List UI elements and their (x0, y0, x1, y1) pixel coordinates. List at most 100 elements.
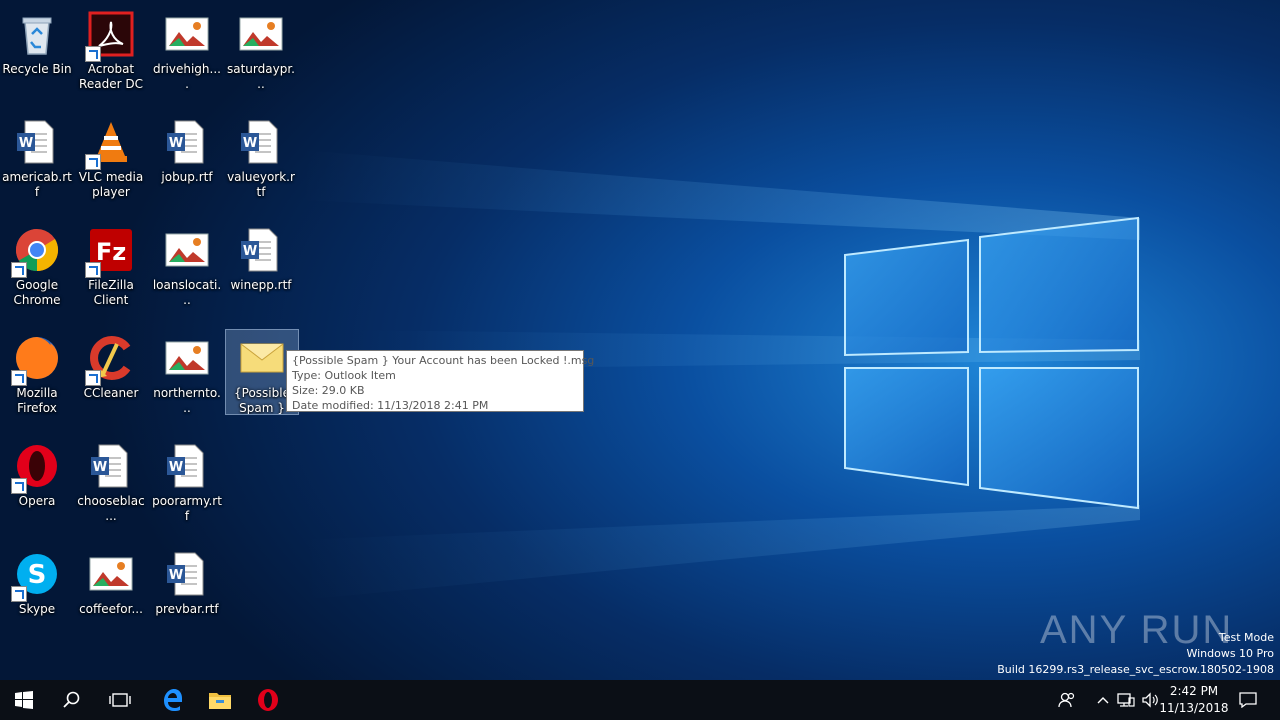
tray-show-hidden[interactable] (1092, 680, 1114, 720)
svg-text:W: W (19, 136, 33, 151)
desktop-icon-label: chooseblac... (77, 494, 145, 523)
image-file-icon (87, 550, 135, 598)
word-document-icon: W (13, 118, 61, 166)
svg-text:W: W (169, 460, 183, 475)
desktop-icon-skype[interactable]: S Skype (0, 546, 74, 646)
desktop-icon-valueyork[interactable]: W valueyork.rtf (224, 114, 298, 214)
clock-date: 11/13/2018 (1159, 701, 1229, 715)
opera-icon (11, 442, 61, 494)
desktop-icon-chooseblac[interactable]: W chooseblac... (74, 438, 148, 538)
tray-people[interactable] (1052, 680, 1082, 720)
taskbar: 2:42 PM 11/13/2018 (0, 680, 1280, 720)
chevron-up-icon (1097, 697, 1109, 704)
word-document-icon: W (163, 442, 211, 490)
acrobat-icon (85, 10, 135, 62)
people-icon (1058, 692, 1075, 708)
image-file-icon (163, 334, 211, 382)
desktop-icon-coffeefor[interactable]: coffeefor... (74, 546, 148, 646)
desktop-icon-prevbar[interactable]: W prevbar.rtf (150, 546, 224, 646)
word-document-icon: W (163, 550, 211, 598)
image-file-icon (163, 10, 211, 58)
desktop-icon-label: VLC media player (78, 170, 144, 199)
filezilla-icon: Fz (85, 226, 135, 278)
svg-text:W: W (93, 460, 107, 475)
desktop-icon-label: Acrobat Reader DC (79, 62, 143, 91)
desktop-icon-saturdaypr[interactable]: saturdaypr... (224, 6, 298, 106)
desktop-icon-acrobat-reader[interactable]: Acrobat Reader DC (74, 6, 148, 106)
desktop-icon-label: Opera (18, 494, 56, 508)
desktop-icon-label: valueyork.rtf (227, 170, 295, 199)
desktop-icon-northernto[interactable]: northernto... (150, 330, 224, 430)
taskbar-clock[interactable]: 2:42 PM 11/13/2018 (1158, 683, 1230, 717)
shortcut-arrow-icon (85, 370, 101, 386)
search-button[interactable] (48, 680, 96, 720)
desktop-icon-recycle-bin[interactable]: Recycle Bin (0, 6, 74, 106)
desktop-icon-label: FileZilla Client (88, 278, 134, 307)
start-button[interactable] (0, 680, 48, 720)
shortcut-arrow-icon (11, 262, 27, 278)
desktop-icon-label: Google Chrome (13, 278, 61, 307)
desktop-icon-ccleaner[interactable]: CCleaner (74, 330, 148, 430)
notification-icon (1239, 692, 1257, 708)
desktop-icon-label: drivehigh.... (153, 62, 221, 91)
file-explorer-icon (209, 693, 231, 709)
shortcut-arrow-icon (85, 46, 101, 62)
firefox-icon (11, 334, 61, 386)
desktop-icon-label: poorarmy.rtf (152, 494, 222, 523)
desktop-icon-label: jobup.rtf (161, 170, 213, 184)
desktop-icon-poorarmy[interactable]: W poorarmy.rtf (150, 438, 224, 538)
skype-icon: S (11, 550, 61, 602)
image-file-icon (163, 226, 211, 274)
desktop-icon-winepp[interactable]: W winepp.rtf (224, 222, 298, 322)
shortcut-arrow-icon (11, 478, 27, 494)
word-document-icon: W (237, 226, 285, 274)
speaker-icon (1142, 692, 1158, 708)
desktop-icon-label: loanslocati... (152, 278, 222, 307)
watermark-edition: Windows 10 Pro (1186, 647, 1274, 660)
taskbar-edge[interactable] (148, 680, 196, 720)
tooltip-date: Date modified: 11/13/2018 2:41 PM (292, 399, 489, 412)
desktop-icon-chrome[interactable]: Google Chrome (0, 222, 74, 322)
desktop-icon-drivehigh[interactable]: drivehigh.... (150, 6, 224, 106)
tray-network[interactable] (1114, 680, 1138, 720)
action-center-button[interactable] (1234, 680, 1262, 720)
watermark-test-mode: Test Mode (1218, 631, 1274, 644)
desktop-icon-label: Skype (18, 602, 56, 616)
shortcut-arrow-icon (85, 262, 101, 278)
tooltip-size: Size: 29.0 KB (292, 384, 365, 397)
shortcut-arrow-icon (11, 586, 27, 602)
desktop-icon-label: prevbar.rtf (155, 602, 219, 616)
svg-text:S: S (28, 560, 47, 590)
desktop-icon-jobup[interactable]: W jobup.rtf (150, 114, 224, 214)
desktop-icon-americab[interactable]: W americab.rtf (0, 114, 74, 214)
network-icon (1117, 693, 1135, 707)
task-view-button[interactable] (96, 680, 144, 720)
clock-time: 2:42 PM (1169, 684, 1219, 698)
desktop-icon-label: northernto... (153, 386, 221, 415)
recycle-bin-icon (13, 10, 61, 58)
edge-icon (164, 689, 182, 711)
chrome-icon (11, 226, 61, 278)
watermark-build: Build 16299.rs3_release_svc_escrow.18050… (997, 663, 1274, 676)
opera-icon (258, 689, 278, 711)
svg-text:W: W (169, 568, 183, 583)
taskbar-opera[interactable] (244, 680, 292, 720)
taskbar-file-explorer[interactable] (196, 680, 244, 720)
word-document-icon: W (163, 118, 211, 166)
file-tooltip: {Possible Spam } Your Account has been L… (286, 350, 594, 412)
desktop-icon-opera[interactable]: Opera (0, 438, 74, 538)
shortcut-arrow-icon (85, 154, 101, 170)
word-document-icon: W (237, 118, 285, 166)
desktop-icon-label: winepp.rtf (230, 278, 292, 292)
tooltip-type: Type: Outlook Item (292, 369, 396, 382)
desktop-icon-label: Recycle Bin (2, 62, 72, 76)
desktop-icon-filezilla[interactable]: Fz FileZilla Client (74, 222, 148, 322)
desktop-icon-vlc[interactable]: VLC media player (74, 114, 148, 214)
envelope-icon (238, 334, 286, 382)
desktop-icon-label: CCleaner (83, 386, 139, 400)
desktop-icon-label: Mozilla Firefox (16, 386, 58, 415)
desktop-icon-firefox[interactable]: Mozilla Firefox (0, 330, 74, 430)
svg-text:W: W (243, 136, 257, 151)
start-icon (15, 691, 33, 709)
desktop-icon-loanslocati[interactable]: loanslocati... (150, 222, 224, 322)
